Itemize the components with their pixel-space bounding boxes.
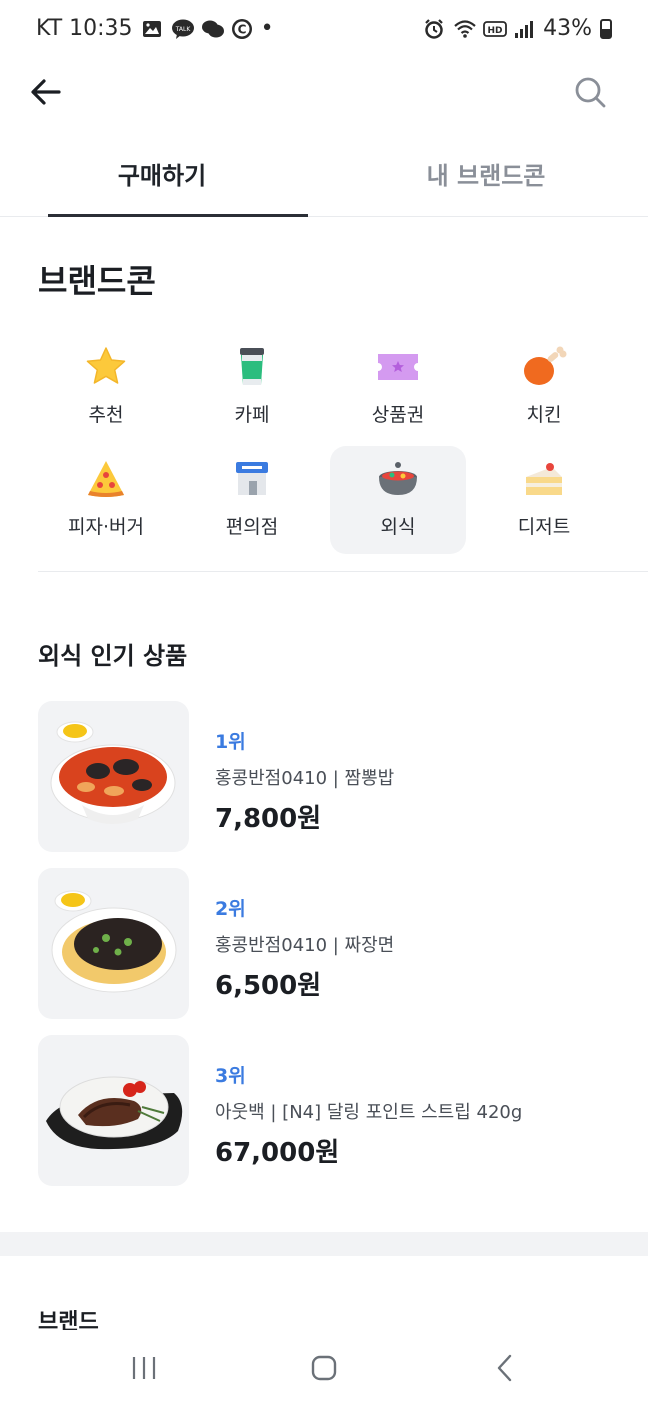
battery-percent: 43% <box>543 16 592 41</box>
battery-icon <box>600 18 612 39</box>
rank-badge: 2위 <box>215 898 246 920</box>
search-icon <box>575 77 606 108</box>
star-icon <box>83 344 129 390</box>
chicken-leg-icon <box>521 344 567 390</box>
product-name: 아웃백 | [N4] 달링 포인트 스트립 420g <box>215 1102 523 1123</box>
home-icon <box>311 1355 337 1381</box>
category-dining[interactable]: 외식 <box>330 446 466 554</box>
product-price: 7,800원 <box>215 804 322 834</box>
back-button[interactable] <box>26 72 66 112</box>
popular-section-title: 외식 인기 상품 <box>38 642 188 670</box>
category-label: 편의점 <box>225 516 279 538</box>
divider <box>38 571 648 572</box>
tab-buy[interactable]: 구매하기 <box>0 140 324 217</box>
store-icon <box>229 456 275 502</box>
status-left: KT 10:35 TALK C • <box>36 16 274 41</box>
system-nav-bar <box>0 1330 648 1404</box>
svg-text:TALK: TALK <box>174 26 191 33</box>
product-list: 1위 홍콩반점0410 | 짬뽕밥 7,800원 2위 홍콩반점0410 | 짜… <box>38 701 610 1202</box>
product-price: 67,000원 <box>215 1138 340 1168</box>
chat-bubbles-icon <box>201 18 224 40</box>
page-title: 브랜드콘 <box>38 262 156 300</box>
category-convenience[interactable]: 편의점 <box>184 446 320 554</box>
product-price: 6,500원 <box>215 971 322 1001</box>
recent-apps-icon <box>132 1357 156 1379</box>
cake-icon <box>521 456 567 502</box>
product-image-jjamppong-rice <box>38 701 189 852</box>
svg-text:C: C <box>237 22 246 36</box>
category-voucher[interactable]: 상품권 <box>330 334 466 442</box>
notification-dot: • <box>260 16 274 41</box>
svg-text:HD: HD <box>488 26 503 36</box>
category-label: 피자·버거 <box>68 516 144 538</box>
alarm-icon <box>423 18 445 40</box>
category-cafe[interactable]: 카페 <box>184 334 320 442</box>
status-bar: KT 10:35 TALK C • HD 43% <box>0 0 648 60</box>
category-dessert[interactable]: 디저트 <box>476 446 612 554</box>
search-button[interactable] <box>570 72 610 112</box>
tab-bar: 구매하기 내 브랜드콘 <box>0 140 648 217</box>
product-info: 1위 홍콩반점0410 | 짬뽕밥 7,800원 <box>215 701 394 835</box>
category-label: 카페 <box>234 404 270 426</box>
chevron-left-icon <box>497 1354 512 1382</box>
pot-icon <box>375 456 421 502</box>
product-item-2[interactable]: 2위 홍콩반점0410 | 짜장면 6,500원 <box>38 868 610 1035</box>
product-info: 3위 아웃백 | [N4] 달링 포인트 스트립 420g 67,000원 <box>215 1035 522 1169</box>
category-grid: 추천 카페 상품권 치킨 피자·버거 편의점 외식 디저트 <box>38 334 610 554</box>
category-label: 디저트 <box>517 516 571 538</box>
rank-badge: 1위 <box>215 731 246 753</box>
product-name: 홍콩반점0410 | 짜장면 <box>215 935 395 956</box>
product-name: 홍콩반점0410 | 짬뽕밥 <box>215 768 395 789</box>
recent-apps-button[interactable] <box>124 1348 164 1388</box>
hd-icon: HD <box>483 18 507 40</box>
gallery-icon <box>141 18 163 40</box>
category-recommended[interactable]: 추천 <box>38 334 174 442</box>
wifi-icon <box>453 18 476 40</box>
product-image-steak <box>38 1035 189 1186</box>
category-label: 상품권 <box>371 404 425 426</box>
category-label: 외식 <box>380 516 416 538</box>
carrier-time: KT 10:35 <box>36 16 133 41</box>
c-badge-icon: C <box>231 18 253 40</box>
section-separator <box>0 1232 648 1256</box>
product-image-jjajangmyeon <box>38 868 189 1019</box>
category-label: 추천 <box>88 404 124 426</box>
category-chicken[interactable]: 치킨 <box>476 334 612 442</box>
category-pizza-burger[interactable]: 피자·버거 <box>38 446 174 554</box>
coffee-cup-icon <box>229 344 275 390</box>
ticket-icon <box>375 344 421 390</box>
home-button[interactable] <box>304 1348 344 1388</box>
system-back-button[interactable] <box>486 1348 526 1388</box>
pizza-icon <box>83 456 129 502</box>
tab-my-brandcon[interactable]: 내 브랜드콘 <box>324 140 648 216</box>
product-info: 2위 홍콩반점0410 | 짜장면 6,500원 <box>215 868 394 1002</box>
rank-badge: 3위 <box>215 1065 246 1087</box>
product-item-3[interactable]: 3위 아웃백 | [N4] 달링 포인트 스트립 420g 67,000원 <box>38 1035 610 1202</box>
top-nav <box>0 60 648 124</box>
talk-icon: TALK <box>171 18 194 40</box>
arrow-left-icon <box>31 79 61 105</box>
category-label: 치킨 <box>526 404 562 426</box>
signal-icon <box>513 18 535 40</box>
status-right: HD 43% <box>423 16 612 41</box>
product-item-1[interactable]: 1위 홍콩반점0410 | 짬뽕밥 7,800원 <box>38 701 610 868</box>
